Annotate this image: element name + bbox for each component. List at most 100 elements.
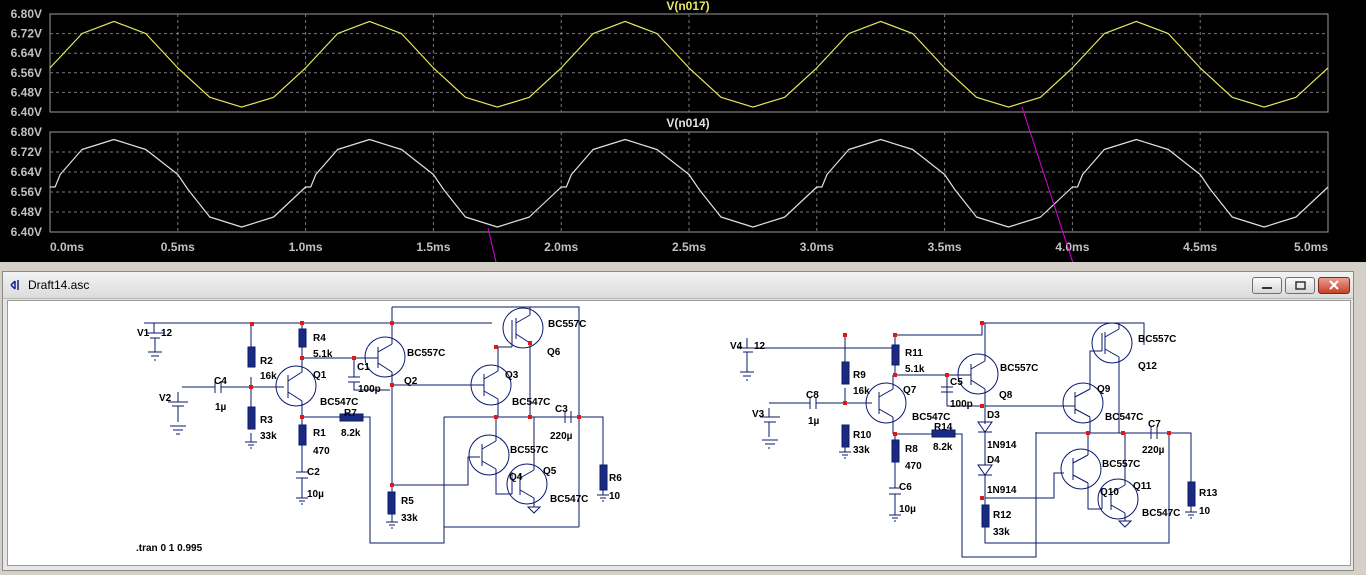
component-label-r4: R4 bbox=[313, 333, 326, 344]
x-tick-label: 4.0ms bbox=[1055, 240, 1089, 254]
x-tick-label: 0.0ms bbox=[50, 240, 84, 254]
x-tick-label: 3.5ms bbox=[928, 240, 962, 254]
window-title: Draft14.asc bbox=[28, 278, 90, 292]
schematic-window: Draft14.asc V1 12 V2 C4 1µ R2 16k R3 33k… bbox=[2, 271, 1354, 571]
component-label-c2v: 10µ bbox=[307, 489, 324, 500]
component-label-r6v: 10 bbox=[609, 491, 621, 502]
y-tick-label: 6.48V bbox=[11, 85, 42, 99]
schematic-drawing[interactable]: V1 12 V2 C4 1µ R2 16k R3 33k R4 5.1k Q1 BC547C R1 470 C… bbox=[8, 301, 1350, 565]
component-label-c4v: 1µ bbox=[215, 402, 227, 413]
restore-button[interactable] bbox=[1285, 277, 1315, 294]
component-label-r5: R5 bbox=[401, 496, 414, 507]
component-label-c6: C6 bbox=[899, 482, 912, 493]
window-titlebar[interactable]: Draft14.asc bbox=[3, 272, 1353, 299]
component-label-c8: C8 bbox=[806, 390, 819, 401]
component-label-r12: R12 bbox=[993, 510, 1012, 521]
component-label-v1v: 12 bbox=[161, 328, 173, 339]
component-label-q6t: BC557C bbox=[548, 319, 586, 330]
y-tick-label: 6.72V bbox=[11, 145, 42, 159]
spice-directive[interactable]: .tran 0 1 0.995 bbox=[136, 543, 203, 554]
plot-title-top: V(n017) bbox=[666, 0, 709, 13]
component-label-c8v: 1µ bbox=[808, 416, 820, 427]
component-label-q8t: BC557C bbox=[1000, 363, 1038, 374]
component-label-r1: R1 bbox=[313, 428, 326, 439]
component-label-r10: R10 bbox=[853, 430, 872, 441]
x-tick-label: 1.5ms bbox=[416, 240, 450, 254]
component-label-q9: Q9 bbox=[1097, 384, 1111, 395]
component-label-r8: R8 bbox=[905, 444, 918, 455]
component-label-q4: Q4 bbox=[509, 472, 523, 483]
component-label-d4: D4 bbox=[987, 455, 1000, 466]
component-label-q5t: BC547C bbox=[550, 494, 588, 505]
x-tick-label: 2.5ms bbox=[672, 240, 706, 254]
y-tick-label: 6.80V bbox=[11, 7, 42, 21]
component-label-r7: R7 bbox=[344, 408, 357, 419]
component-label-q12t: BC557C bbox=[1138, 334, 1176, 345]
component-label-r5v: 33k bbox=[401, 513, 418, 524]
component-label-r4v: 5.1k bbox=[313, 349, 333, 360]
component-label-d4t: 1N914 bbox=[987, 485, 1017, 496]
component-label-q6: Q6 bbox=[547, 347, 561, 358]
component-label-r2: R2 bbox=[260, 356, 273, 367]
component-label-q7: Q7 bbox=[903, 385, 917, 396]
component-label-c1v: 100p bbox=[358, 384, 381, 395]
x-tick-label: 5.0ms bbox=[1294, 240, 1328, 254]
y-tick-label: 6.56V bbox=[11, 185, 42, 199]
component-label-v1: V1 bbox=[137, 328, 150, 339]
y-tick-label: 6.80V bbox=[11, 125, 42, 139]
x-tick-label: 0.5ms bbox=[161, 240, 195, 254]
component-label-q2t: BC557C bbox=[407, 348, 445, 359]
component-label-q4t: BC557C bbox=[510, 445, 548, 456]
component-label-r12v: 33k bbox=[993, 527, 1010, 538]
component-label-r13v: 10 bbox=[1199, 506, 1211, 517]
component-label-c2: C2 bbox=[307, 467, 320, 478]
component-label-r7v: 8.2k bbox=[341, 428, 361, 439]
component-label-c5: C5 bbox=[950, 377, 963, 388]
component-label-c1: C1 bbox=[357, 362, 370, 373]
y-tick-label: 6.72V bbox=[11, 27, 42, 41]
component-label-q9t: BC547C bbox=[1105, 412, 1143, 423]
y-tick-label: 6.64V bbox=[11, 165, 42, 179]
close-button[interactable] bbox=[1318, 277, 1350, 294]
component-label-r8v: 470 bbox=[905, 461, 922, 472]
component-label-c3v: 220µ bbox=[550, 431, 573, 442]
component-label-c7: C7 bbox=[1148, 419, 1161, 430]
component-label-q1: Q1 bbox=[313, 370, 327, 381]
component-label-c4: C4 bbox=[214, 376, 227, 387]
y-tick-label: 6.64V bbox=[11, 46, 42, 60]
probe-line-left bbox=[487, 227, 497, 262]
x-tick-label: 3.0ms bbox=[800, 240, 834, 254]
component-label-r14: R14 bbox=[934, 422, 953, 433]
component-label-c3: C3 bbox=[555, 404, 568, 415]
minimize-button[interactable] bbox=[1252, 277, 1282, 294]
component-label-q1t: BC547C bbox=[320, 397, 358, 408]
component-label-q8: Q8 bbox=[999, 390, 1013, 401]
schematic-canvas[interactable]: V1 12 V2 C4 1µ R2 16k R3 33k R4 5.1k Q1 BC547C R1 470 C… bbox=[7, 300, 1351, 566]
component-label-q11t: BC547C bbox=[1142, 508, 1180, 519]
x-tick-label: 2.0ms bbox=[544, 240, 578, 254]
waveform-plot[interactable]: 6.80V 6.72V 6.64V 6.56V 6.48V 6.40V 6.80V 6.72V… bbox=[0, 0, 1366, 262]
component-label-q3t: BC547C bbox=[512, 397, 550, 408]
component-label-r11v: 5.1k bbox=[905, 364, 925, 375]
component-label-q3: Q3 bbox=[505, 370, 519, 381]
x-tick-label: 1.0ms bbox=[289, 240, 323, 254]
component-label-r6: R6 bbox=[609, 473, 622, 484]
waveform-viewer[interactable]: 6.80V 6.72V 6.64V 6.56V 6.48V 6.40V 6.80V 6.72V… bbox=[0, 0, 1366, 262]
component-label-c5v: 100p bbox=[950, 399, 973, 410]
component-label-q2: Q2 bbox=[404, 376, 418, 387]
y-tick-label: 6.40V bbox=[11, 225, 42, 239]
x-tick-label: 4.5ms bbox=[1183, 240, 1217, 254]
component-label-r3v: 33k bbox=[260, 431, 277, 442]
component-label-q12: Q12 bbox=[1138, 361, 1157, 372]
component-label-v2: V2 bbox=[159, 393, 172, 404]
component-label-d3t: 1N914 bbox=[987, 440, 1017, 451]
y-tick-label: 6.56V bbox=[11, 66, 42, 80]
probe-line-right bbox=[1021, 106, 1074, 262]
component-label-d3: D3 bbox=[987, 410, 1000, 421]
component-label-q11: Q11 bbox=[1133, 481, 1152, 492]
component-label-q10: Q10 bbox=[1100, 487, 1119, 498]
ltspice-icon bbox=[10, 280, 19, 290]
component-label-c6v: 10µ bbox=[899, 504, 916, 515]
component-label-r11: R11 bbox=[905, 348, 923, 359]
component-label-v4: V4 bbox=[730, 341, 743, 352]
